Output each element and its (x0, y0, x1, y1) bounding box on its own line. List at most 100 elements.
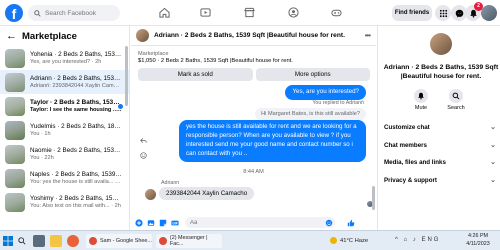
taskbar-window-sheets[interactable]: Sam - Google Shee... (86, 234, 152, 248)
incoming-message[interactable]: 2393842044 Xaylin Camacho (159, 187, 255, 200)
marketplace-sidebar: ← Marketplace Yohenia · 2 Beds 2 Baths, … (0, 26, 130, 230)
chevron-down-icon: ⌄ (490, 124, 496, 131)
task-view-icon[interactable] (33, 235, 45, 247)
window-title: (2) Messenger | Fac... (169, 235, 208, 247)
list-item[interactable]: Yoshimy · 2 Beds 2 Baths, 1539 S... You: … (0, 190, 129, 214)
row-label: Media, files and links (384, 158, 446, 166)
sticker-icon[interactable] (159, 219, 167, 227)
windows-taskbar: Sam - Google Shee... (2) Messenger | Fac… (0, 230, 500, 250)
facebook-logo[interactable]: f (5, 4, 23, 22)
customize-chat-row[interactable]: Customize chat ⌄ (384, 123, 496, 132)
thread-snippet: You: yes the house is still availa... · … (30, 179, 122, 185)
listing-price: $1,050 · 2 Beds 2 Baths, 1539 Sqft |Beau… (138, 58, 293, 64)
media-files-row[interactable]: Media, files and links ⌄ (384, 158, 496, 167)
row-label: Chat members (384, 141, 427, 149)
row-label: Privacy & support (384, 176, 437, 184)
menu-icon (439, 9, 447, 17)
clock-time: 4:26 PM (467, 233, 489, 239)
thread-name: Yoshimy · 2 Beds 2 Baths, 1539 S... (30, 195, 122, 202)
chevron-down-icon: ⌄ (490, 142, 496, 149)
list-item[interactable]: Adriann · 2 Beds 2 Baths, 1539 S... Adria… (0, 70, 129, 94)
listing-thumbnail (5, 144, 25, 164)
windows-start-icon[interactable] (3, 236, 13, 246)
image-icon[interactable] (147, 219, 155, 227)
plus-icon[interactable] (135, 218, 143, 227)
message-list: Yes, are you interested? You replied to … (131, 83, 376, 211)
contact-avatar[interactable] (136, 29, 149, 42)
thread-snippet: You · 22h (30, 155, 54, 161)
list-item[interactable]: Yudelmis · 2 Beds 2 Baths, 186... You · 1… (0, 118, 129, 142)
sender-avatar (145, 189, 156, 200)
conversation-panel: Adriann · 2 Beds 2 Baths, 1539 Sqft |Bea… (131, 26, 376, 230)
search-box[interactable] (28, 5, 120, 21)
chrome-icon (89, 237, 97, 245)
listing-thumbnail (5, 120, 25, 140)
conversation-scrollbar[interactable] (372, 186, 375, 210)
search-icon (34, 9, 41, 17)
search-input[interactable] (45, 9, 119, 17)
listing-thumbnail (5, 192, 25, 212)
clock-date: 4/11/2023 (466, 240, 490, 247)
listing-card[interactable]: Marketplace $1,050 · 2 Beds 2 Baths, 153… (138, 51, 370, 64)
back-arrow-icon[interactable]: ← (6, 30, 17, 42)
sidebar-scrollbar[interactable] (125, 46, 128, 106)
list-item[interactable]: Naomie · 2 Beds 2 Baths, 1539 Sq... You ·… (0, 142, 129, 166)
mute-button[interactable]: Mute (406, 89, 436, 111)
top-bar: f Find friends 2 (0, 0, 500, 26)
marketplace-label: Marketplace (138, 51, 169, 57)
groups-icon[interactable] (286, 5, 300, 19)
mark-as-sold-button[interactable]: Mark as sold (138, 68, 253, 81)
reply-icon[interactable] (139, 136, 147, 144)
more-dots-icon[interactable]: ••• (365, 31, 371, 40)
privacy-support-row[interactable]: Privacy & support ⌄ (384, 176, 496, 185)
weather-widget[interactable]: 41°C Haze (330, 237, 368, 244)
messenger-icon (455, 9, 463, 17)
notifications-button[interactable]: 2 (465, 2, 483, 21)
thread-name: Yohenia · 2 Beds 2 Baths, 1539 S... (30, 51, 122, 58)
list-item[interactable]: Yohenia · 2 Beds 2 Baths, 1539 S... Yes, … (0, 46, 129, 70)
clock[interactable]: 4:26 PM 4/11/2023 (458, 233, 498, 249)
gaming-icon[interactable] (329, 5, 343, 19)
profile-avatar[interactable] (481, 5, 497, 21)
chevron-down-icon: ⌄ (490, 159, 496, 166)
reply-note: You replied to Adrianń (312, 100, 364, 106)
conversation-details-panel: Adriann · 2 Beds 2 Baths, 1539 Sqft |Bea… (377, 26, 500, 230)
outgoing-message[interactable]: Yes, are you interested? (285, 85, 366, 100)
search-conversation-button[interactable]: Search (441, 89, 471, 111)
conversation-title[interactable]: Adriann · 2 Beds 2 Baths, 1539 Sqft |Bea… (154, 32, 345, 39)
outgoing-message[interactable]: yes the house is still available for ren… (179, 120, 366, 162)
list-item[interactable]: Naples · 2 Beds 2 Baths, 1539 Sq... You: … (0, 166, 129, 190)
message-input[interactable] (185, 217, 335, 228)
taskbar-window-messenger[interactable]: (2) Messenger | Fac... (156, 234, 222, 248)
row-label: Customize chat (384, 123, 430, 131)
contact-avatar-large (430, 33, 452, 55)
list-item[interactable]: Taylor · 2 Beds 2 Baths, 1539 Sqft...Tay… (0, 94, 129, 118)
thread-name: Adriann · 2 Beds 2 Baths, 1539 S... (30, 75, 122, 82)
home-icon[interactable] (157, 5, 171, 19)
menu-button[interactable] (435, 5, 451, 21)
thread-snippet: Adrianń: 2393842044 Xaylin Camac... (30, 83, 122, 89)
chrome-icon (159, 237, 167, 245)
listing-thumbnail (5, 96, 25, 116)
react-icon[interactable] (139, 151, 147, 159)
system-tray[interactable]: ^ ⌂ ♪ ENG (395, 237, 440, 243)
thread-name: Naomie · 2 Beds 2 Baths, 1539 Sq... (30, 147, 122, 154)
conversation-header: Adriann · 2 Beds 2 Baths, 1539 Sqft |Bea… (131, 26, 376, 46)
more-options-button[interactable]: More options (255, 68, 370, 81)
thumbs-up-icon[interactable] (347, 219, 355, 227)
taskbar-search-icon[interactable] (18, 237, 26, 245)
gif-icon[interactable]: GIF (171, 219, 179, 227)
weather-text: 41°C Haze (340, 237, 369, 244)
find-friends-button[interactable]: Find friends (392, 5, 432, 21)
listing-thumbnail (5, 48, 25, 68)
quoted-message[interactable]: Hi Margaret Bates, is this still availab… (255, 108, 366, 120)
marketplace-icon[interactable] (242, 5, 256, 19)
emoji-icon[interactable] (325, 219, 333, 227)
chrome-icon[interactable] (67, 235, 79, 247)
file-explorer-icon[interactable] (50, 235, 62, 247)
thread-name: Taylor · 2 Beds 2 Baths, 1539 Sqft... (30, 99, 122, 106)
video-icon[interactable] (198, 5, 212, 19)
bell-mute-icon (418, 92, 424, 100)
message-timestamp: 8:44 AM (243, 169, 264, 175)
chat-members-row[interactable]: Chat members ⌄ (384, 141, 496, 150)
